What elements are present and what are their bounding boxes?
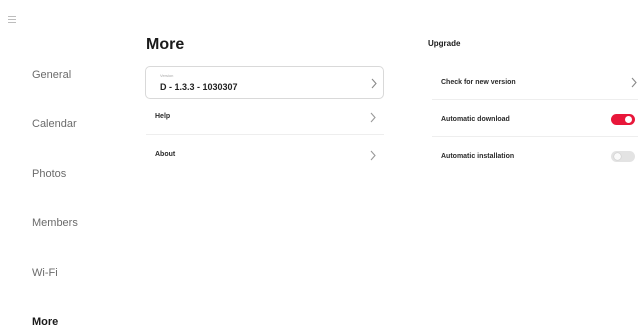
version-caption: Version <box>160 73 174 78</box>
settings-screen: General Calendar Photos Members Wi-Fi Mo… <box>0 0 644 328</box>
page-title: More <box>146 36 185 53</box>
about-label: About <box>155 151 176 158</box>
auto-install-toggle[interactable] <box>611 151 635 162</box>
sidebar: General Calendar Photos Members Wi-Fi Mo… <box>0 0 120 328</box>
auto-download-label: Automatic download <box>441 116 510 123</box>
divider <box>146 134 384 135</box>
sidebar-item-members[interactable]: Members <box>32 216 78 230</box>
version-value: D - 1.3.3 - 1030307 <box>160 82 238 92</box>
check-new-version-label: Check for new version <box>441 79 516 86</box>
divider <box>432 136 638 137</box>
hamburger-menu-icon[interactable] <box>8 16 16 26</box>
auto-install-label: Automatic installation <box>441 153 515 160</box>
about-row[interactable]: About <box>155 145 385 167</box>
chevron-right-icon <box>370 78 378 89</box>
sidebar-item-wifi[interactable]: Wi-Fi <box>32 266 58 280</box>
help-label: Help <box>155 113 171 120</box>
chevron-right-icon <box>369 150 377 161</box>
version-card[interactable]: Version D - 1.3.3 - 1030307 <box>145 66 384 99</box>
sidebar-item-calendar[interactable]: Calendar <box>32 117 77 131</box>
sidebar-item-photos[interactable]: Photos <box>32 167 66 181</box>
divider <box>432 99 638 100</box>
auto-download-toggle[interactable] <box>611 114 635 125</box>
check-new-version-row[interactable]: Check for new version <box>441 73 641 95</box>
help-row[interactable]: Help <box>155 107 385 129</box>
sidebar-item-general[interactable]: General <box>32 68 71 82</box>
sidebar-item-more[interactable]: More <box>32 315 58 328</box>
upgrade-section-title: Upgrade <box>428 39 461 48</box>
chevron-right-icon <box>630 77 638 88</box>
chevron-right-icon <box>369 112 377 123</box>
